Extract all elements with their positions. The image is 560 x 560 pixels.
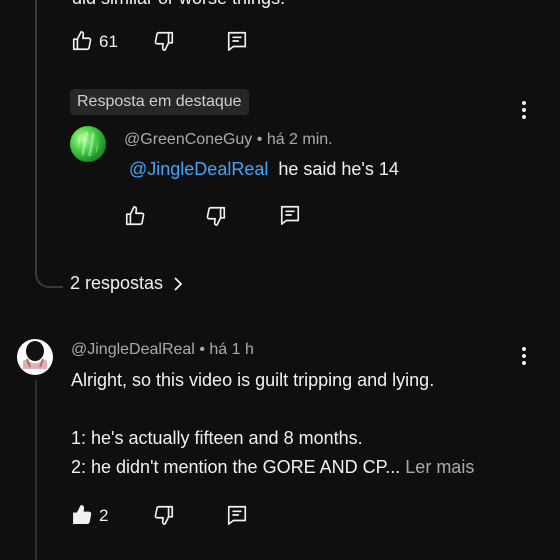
thumbs-down-icon [154,31,174,51]
timestamp[interactable]: há 1 h [209,341,253,358]
thread-line [35,0,37,270]
comment-line: Alright, so this video is guilt tripping… [71,370,435,390]
reply-icon [280,205,300,225]
more-options-button[interactable] [521,347,527,365]
dislike-button[interactable] [153,504,175,526]
avatar[interactable] [17,339,53,375]
thread-line [35,380,37,560]
more-options-button[interactable] [521,101,527,119]
timestamp[interactable]: há 2 min. [267,131,333,148]
comment-meta: @GreenConeGuy • há 2 min. [124,131,333,149]
view-replies-link[interactable]: 2 respostas [70,273,183,294]
thumbs-down-icon [154,505,174,525]
thumbs-up-icon [72,31,92,51]
thumbs-down-icon [206,206,226,226]
dislike-button[interactable] [205,205,227,227]
comment-line: 2: he didn't mention the GORE AND CP... … [71,453,474,482]
more-vert-icon [521,347,527,365]
like-button[interactable] [71,504,93,526]
reply-button[interactable] [226,504,248,526]
chevron-right-icon [174,276,183,291]
comment-text-partial: did similar or worse things. [72,0,285,9]
mention-link[interactable]: @JingleDealReal [129,159,268,179]
thread-connector [35,252,63,288]
replies-count-label: 2 respostas [70,273,164,293]
author-name[interactable]: @JingleDealReal [71,341,195,358]
like-count: 2 [99,506,109,525]
author-name[interactable]: @GreenConeGuy [124,131,252,148]
comment-meta: @JingleDealReal • há 1 h [71,341,254,359]
comment-line: 1: he's actually fifteen and 8 months. [71,428,363,448]
comment-body: he said he's 14 [278,159,399,179]
reply-icon [227,31,247,51]
read-more-link[interactable]: Ler mais [405,457,474,477]
dislike-button[interactable] [153,30,175,52]
comment-text: @JingleDealReal he said he's 14 [129,155,399,184]
meta-separator: • [199,341,210,358]
like-button[interactable] [124,205,146,227]
reply-button[interactable] [279,204,301,226]
highlighted-reply-badge: Resposta em destaque [70,89,249,115]
like-button[interactable] [71,30,93,52]
more-vert-icon [521,101,527,119]
meta-separator: • [256,131,267,148]
comment-line-text: 2: he didn't mention the GORE AND CP... [71,457,401,477]
reply-button[interactable] [226,30,248,52]
avatar[interactable] [70,126,106,162]
like-count: 61 [99,32,118,51]
thumbs-up-icon [73,505,92,524]
reply-icon [227,505,247,525]
thumbs-up-icon [125,206,145,226]
